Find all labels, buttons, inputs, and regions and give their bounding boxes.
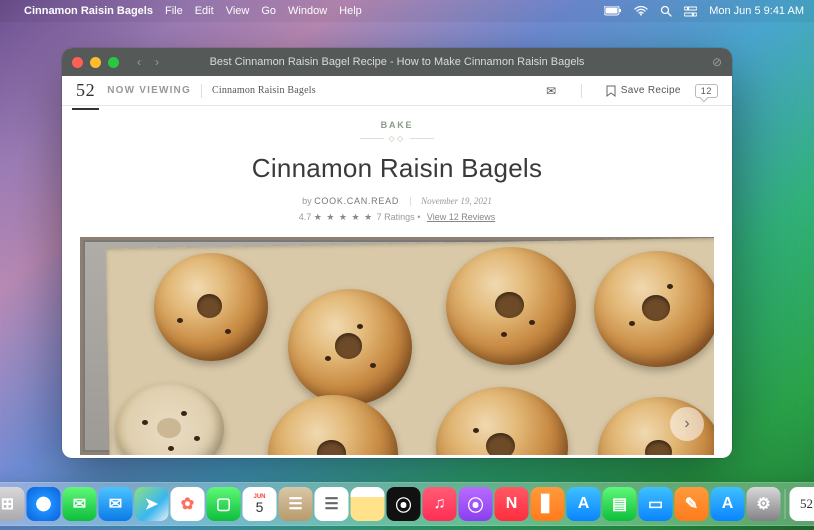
dock-numbers[interactable]: ▤ xyxy=(603,487,637,521)
recipe-date: November 19, 2021 xyxy=(421,196,492,206)
email-icon[interactable]: ✉ xyxy=(546,84,557,98)
dock-tv[interactable]: ⦿ xyxy=(387,487,421,521)
recipe-author[interactable]: COOK.CAN.READ xyxy=(314,196,399,206)
menu-help[interactable]: Help xyxy=(339,5,362,17)
dock-books[interactable]: ▋ xyxy=(531,487,565,521)
site-logo[interactable]: 52 xyxy=(76,80,95,101)
dock-maps[interactable]: ➤ xyxy=(135,487,169,521)
dock-podcasts[interactable]: ⦿ xyxy=(459,487,493,521)
dock-photos[interactable]: ✿ xyxy=(171,487,205,521)
menu-file[interactable]: File xyxy=(165,5,183,17)
menu-window[interactable]: Window xyxy=(288,5,327,17)
menu-edit[interactable]: Edit xyxy=(195,5,214,17)
ornament-icon: ◇◇ xyxy=(62,134,732,143)
reader-icon[interactable]: ⊘ xyxy=(712,55,722,69)
wifi-icon[interactable] xyxy=(634,6,648,16)
dock-calendar[interactable]: JUN5 xyxy=(243,487,277,521)
recipe-content: BAKE ◇◇ Cinnamon Raisin Bagels by COOK.C… xyxy=(62,106,732,458)
recipe-title: Cinnamon Raisin Bagels xyxy=(62,153,732,184)
dock-reminders[interactable]: ☰ xyxy=(315,487,349,521)
recipe-category[interactable]: BAKE xyxy=(62,120,732,130)
site-header: 52 NOW VIEWING Cinnamon Raisin Bagels ✉ … xyxy=(62,76,732,106)
dock-messages[interactable]: ✉ xyxy=(63,487,97,521)
now-viewing-label: NOW VIEWING xyxy=(107,85,191,96)
recipe-hero-image: › xyxy=(80,237,714,455)
ratings-count: 7 Ratings xyxy=(377,212,415,222)
divider xyxy=(581,84,582,98)
app-menu[interactable]: Cinnamon Raisin Bagels xyxy=(24,5,153,17)
dock-appstore2[interactable]: A xyxy=(711,487,745,521)
save-recipe-button[interactable]: Save Recipe xyxy=(606,85,681,97)
dock-news[interactable]: N xyxy=(495,487,529,521)
comment-count-button[interactable]: 12 xyxy=(695,84,718,98)
search-icon[interactable] xyxy=(660,5,672,17)
window-minimize-button[interactable] xyxy=(90,57,101,68)
byline-by: by xyxy=(302,196,312,206)
rating-stars-icon: ★ ★ ★ ★ ★ xyxy=(314,212,377,222)
nav-forward-button[interactable]: › xyxy=(155,55,159,69)
dock-contacts[interactable]: ☰ xyxy=(279,487,313,521)
nav-back-button[interactable]: ‹ xyxy=(137,55,141,69)
browser-window: ‹ › Best Cinnamon Raisin Bagel Recipe - … xyxy=(62,48,732,458)
dock-pages[interactable]: ✎ xyxy=(675,487,709,521)
window-zoom-button[interactable] xyxy=(108,57,119,68)
menu-view[interactable]: View xyxy=(226,5,250,17)
save-recipe-label: Save Recipe xyxy=(621,85,681,96)
bullet: • xyxy=(417,212,423,222)
dock-music[interactable]: ♫ xyxy=(423,487,457,521)
window-titlebar: ‹ › Best Cinnamon Raisin Bagel Recipe - … xyxy=(62,48,732,76)
dock-keynote[interactable]: ▭ xyxy=(639,487,673,521)
dock-launchpad[interactable]: ⊞ xyxy=(0,487,25,521)
dock: ☺⊞✦✉✉➤✿▢JUN5☰☰⦿♫⦿N▋A▤▭✎A⚙52🗑 xyxy=(0,482,814,526)
battery-icon[interactable] xyxy=(604,6,622,16)
dock-food52[interactable]: 52 xyxy=(790,487,814,521)
dock-mail[interactable]: ✉ xyxy=(99,487,133,521)
divider xyxy=(201,84,202,98)
dock-settings[interactable]: ⚙ xyxy=(747,487,781,521)
divider xyxy=(410,197,411,206)
carousel-next-button[interactable]: › xyxy=(670,407,704,441)
window-title: Best Cinnamon Raisin Bagel Recipe - How … xyxy=(62,56,732,68)
control-center-icon[interactable] xyxy=(684,6,697,17)
window-close-button[interactable] xyxy=(72,57,83,68)
dock-appstore[interactable]: A xyxy=(567,487,601,521)
bookmark-icon xyxy=(606,85,616,97)
menu-go[interactable]: Go xyxy=(261,5,276,17)
dock-facetime[interactable]: ▢ xyxy=(207,487,241,521)
dock-notes[interactable] xyxy=(351,487,385,521)
menubar: Cinnamon Raisin Bagels File Edit View Go… xyxy=(0,0,814,22)
menubar-clock[interactable]: Mon Jun 5 9:41 AM xyxy=(709,5,804,17)
view-reviews-link[interactable]: View 12 Reviews xyxy=(427,212,495,222)
dock-separator xyxy=(785,489,786,519)
dock-safari[interactable]: ✦ xyxy=(27,487,61,521)
rating-value: 4.7 xyxy=(299,212,312,222)
breadcrumb[interactable]: Cinnamon Raisin Bagels xyxy=(212,85,316,96)
